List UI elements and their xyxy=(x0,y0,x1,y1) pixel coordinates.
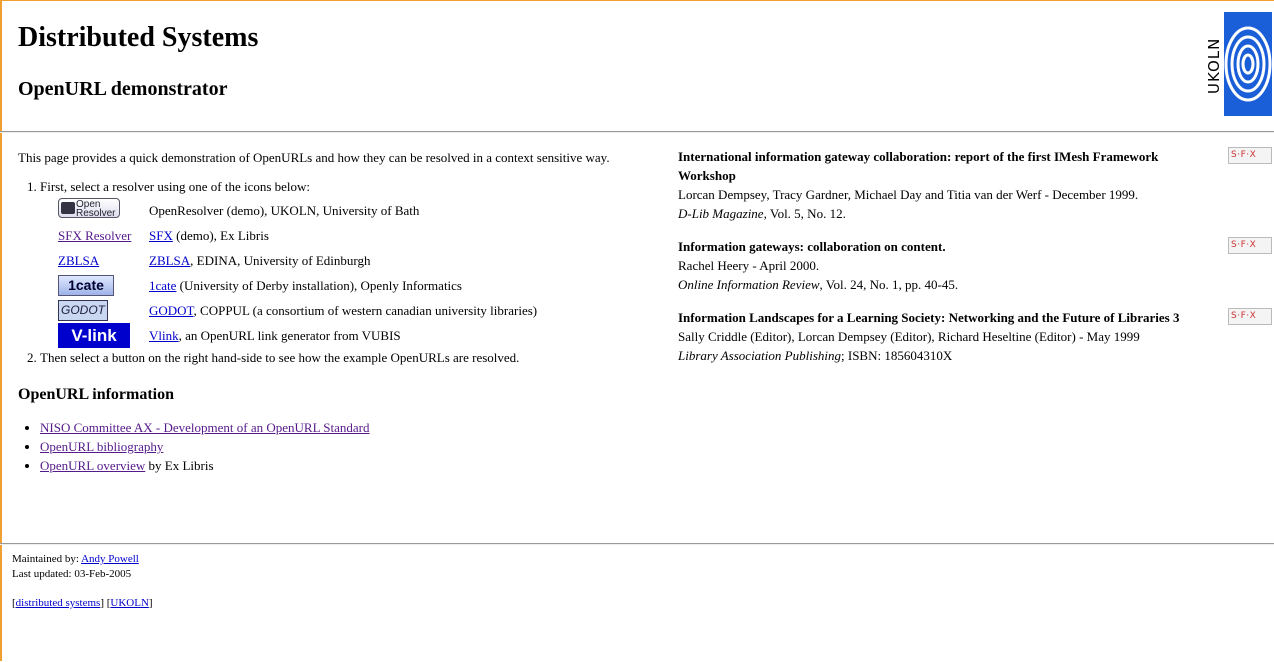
sfx-button[interactable]: S·F·X xyxy=(1228,147,1272,164)
vlink-link[interactable]: Vlink xyxy=(149,328,179,343)
footer-divider xyxy=(0,543,1274,545)
header: Distributed Systems OpenURL demonstrator xyxy=(18,22,1274,122)
niso-link[interactable]: NISO Committee AX - Development of an Op… xyxy=(40,420,370,435)
list-item: OpenURL overview by Ex Libris xyxy=(40,456,638,475)
reference-title: Information Landscapes for a Learning So… xyxy=(678,310,1180,325)
reference-title: International information gateway collab… xyxy=(678,149,1159,183)
reference-item: International information gateway collab… xyxy=(678,147,1274,223)
reference-item: Information gateways: collaboration on c… xyxy=(678,237,1274,294)
header-divider xyxy=(0,131,1274,133)
step-1: First, select a resolver using one of th… xyxy=(40,177,638,348)
overview-suffix: by Ex Libris xyxy=(145,458,214,473)
ukoln-link[interactable]: UKOLN xyxy=(110,597,149,609)
references-column: International information gateway collab… xyxy=(678,147,1274,379)
left-column: This page provides a quick demonstration… xyxy=(18,148,638,475)
openurl-info-heading: OpenURL information xyxy=(18,386,175,403)
step-1-text: First, select a resolver using one of th… xyxy=(40,179,311,194)
reference-details: , Vol. 24, No. 1, pp. 40-45. xyxy=(819,277,959,292)
reference-details: , Vol. 5, No. 12. xyxy=(763,206,846,221)
resolver-row: SFX Resolver SFX (demo), Ex Libris xyxy=(58,223,545,248)
list-item: NISO Committee AX - Development of an Op… xyxy=(40,418,638,437)
1cate-icon[interactable]: 1cate xyxy=(58,275,114,296)
page-title: OpenURL demonstrator xyxy=(18,78,228,100)
godot-icon[interactable]: GODOT xyxy=(58,300,108,321)
reference-details: ; ISBN: 185604310X xyxy=(841,348,953,363)
reference-journal: Library Association Publishing xyxy=(678,348,841,363)
reference-journal: Online Information Review xyxy=(678,277,820,292)
resolver-row: ZBLSA ZBLSA, EDINA, University of Edinbu… xyxy=(58,248,545,273)
resolver-table: Open Resolver OpenResolver (demo), UKOLN,… xyxy=(58,198,545,348)
sfx-link[interactable]: SFX xyxy=(149,228,173,243)
steps-list: First, select a resolver using one of th… xyxy=(18,177,638,367)
resolver-desc: OpenResolver (demo), UKOLN, University o… xyxy=(149,203,420,218)
resolver-desc: , an OpenURL link generator from VUBIS xyxy=(178,328,401,343)
overview-link[interactable]: OpenURL overview xyxy=(40,458,145,473)
footer: Maintained by: Andy Powell Last updated:… xyxy=(12,552,153,611)
vlink-icon[interactable]: V-link xyxy=(58,323,130,348)
reference-authors: Lorcan Dempsey, Tracy Gardner, Michael D… xyxy=(678,187,1139,202)
resolver-row: GODOT GODOT, COPPUL (a consortium of wes… xyxy=(58,298,545,323)
sfx-button[interactable]: S·F·X xyxy=(1228,308,1272,325)
maintainer-link[interactable]: Andy Powell xyxy=(81,553,139,565)
list-item: OpenURL bibliography xyxy=(40,437,638,456)
reference-authors: Sally Criddle (Editor), Lorcan Dempsey (… xyxy=(678,329,1140,344)
step-2: Then select a button on the right hand-s… xyxy=(40,348,638,367)
reference-journal: D-Lib Magazine xyxy=(678,206,764,221)
openresolver-icon[interactable]: Open Resolver xyxy=(58,198,120,219)
godot-link[interactable]: GODOT xyxy=(149,303,194,318)
resolver-desc: (demo), Ex Libris xyxy=(172,228,269,243)
footer-nav: [distributed systems] [UKOLN] xyxy=(12,597,153,609)
resolver-row: Open Resolver OpenResolver (demo), UKOLN,… xyxy=(58,198,545,223)
bibliography-link[interactable]: OpenURL bibliography xyxy=(40,439,163,454)
resolver-desc: , COPPUL (a consortium of western canadi… xyxy=(193,303,538,318)
site-title: Distributed Systems xyxy=(18,22,259,53)
distributed-systems-link[interactable]: distributed systems xyxy=(16,597,101,609)
maintained-label: Maintained by: xyxy=(12,553,79,565)
zblsa-link[interactable]: ZBLSA xyxy=(149,253,190,268)
sfx-button[interactable]: S·F·X xyxy=(1228,237,1272,254)
reference-authors: Rachel Heery - April 2000. xyxy=(678,258,820,273)
zblsa-icon-link[interactable]: ZBLSA xyxy=(58,253,99,268)
1cate-link[interactable]: 1cate xyxy=(149,278,176,293)
openresolver-badge-icon xyxy=(61,202,75,214)
resolver-row: V-link Vlink, an OpenURL link generator … xyxy=(58,323,545,348)
intro-text: This page provides a quick demonstration… xyxy=(18,150,610,165)
resolver-row: 1cate 1cate (University of Derby install… xyxy=(58,273,545,298)
reference-item: Information Landscapes for a Learning So… xyxy=(678,308,1274,365)
info-links: NISO Committee AX - Development of an Op… xyxy=(18,418,638,475)
step-2-text: Then select a button on the right hand-s… xyxy=(40,350,520,365)
logo-text: UKOLN xyxy=(1205,37,1223,95)
reference-title: Information gateways: collaboration on c… xyxy=(678,239,946,254)
sfx-resolver-link[interactable]: SFX Resolver xyxy=(58,228,131,243)
last-updated: Last updated: 03-Feb-2005 xyxy=(12,568,132,580)
resolver-desc: (University of Derby installation), Open… xyxy=(176,278,462,293)
resolver-desc: , EDINA, University of Edinburgh xyxy=(190,253,371,268)
